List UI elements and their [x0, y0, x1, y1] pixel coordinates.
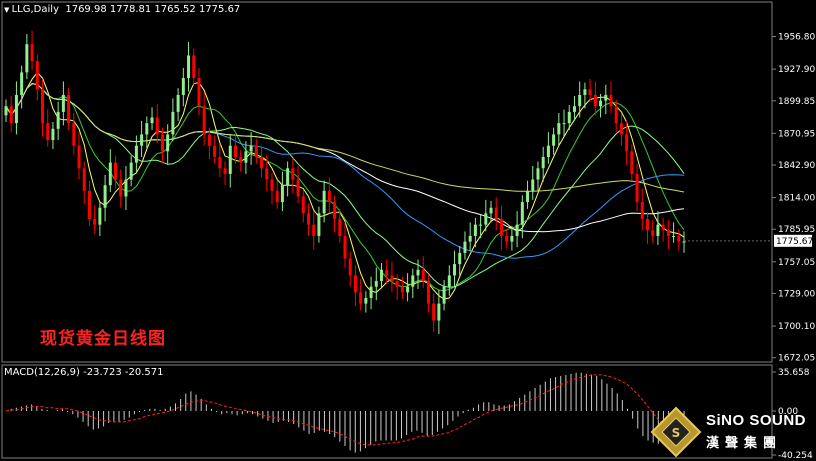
- symbol-header: ▼ LLG,Daily 1769.98 1778.81 1765.52 1775…: [4, 4, 240, 15]
- price-tick-label: 1899.85: [778, 97, 815, 107]
- price-tick-label: 1757.05: [778, 258, 815, 268]
- svg-text:S: S: [672, 426, 681, 440]
- price-tick-label: 1814.00: [778, 194, 815, 204]
- symbol-label: LLG,Daily: [11, 4, 59, 15]
- overlay-title: 现货黄金日线图: [40, 329, 166, 349]
- logo-subtitle: 漢聲集團: [706, 436, 783, 451]
- price-tick-label: 1785.95: [778, 225, 815, 235]
- price-tick-label: 1729.00: [778, 289, 815, 299]
- dropdown-arrow-icon: ▼: [4, 6, 12, 14]
- ohlc-values: 1769.98 1778.81 1765.52 1775.67: [65, 4, 241, 15]
- last-price-label: 1775.67: [776, 237, 813, 247]
- macd-tick-label: 35.658: [778, 368, 810, 378]
- logo-name: SiNO SOUND: [706, 412, 807, 429]
- chart-canvas: 1956.80 1927.90 1899.85 1870.95 1842.90 1814.…: [0, 0, 816, 461]
- price-tick-label: 1956.80: [778, 33, 815, 43]
- macd-label: MACD(12,26,9) -23.723 -20.571: [4, 367, 164, 378]
- price-tick-label: 1927.90: [778, 65, 815, 75]
- price-tick-label: 1672.05: [778, 354, 815, 364]
- chart-background: [0, 0, 816, 461]
- macd-tick-label: -40.254: [778, 451, 813, 461]
- price-tick-label: 1870.95: [778, 129, 815, 139]
- price-tick-label: 1842.90: [778, 161, 815, 171]
- price-tick-label: 1700.10: [778, 322, 815, 332]
